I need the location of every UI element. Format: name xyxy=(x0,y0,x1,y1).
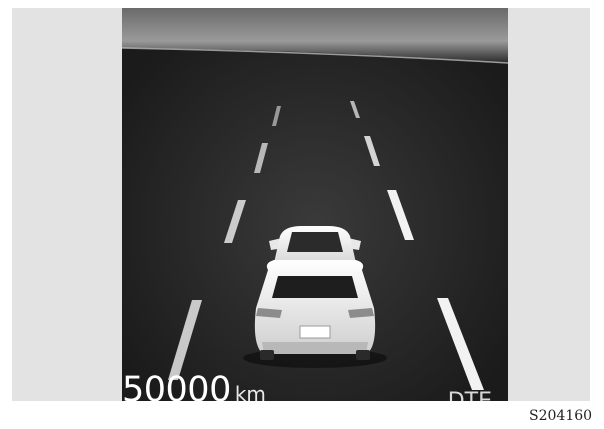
odometer-value: 50000 xyxy=(122,370,231,401)
instrument-cluster-display: 50000km DTE xyxy=(122,8,508,401)
figure-code: S204160 xyxy=(529,408,593,424)
dte-label: DTE xyxy=(448,389,492,401)
road-scene xyxy=(122,8,508,401)
odometer-unit: km xyxy=(234,382,266,401)
odometer-readout: 50000 km xyxy=(122,370,266,401)
